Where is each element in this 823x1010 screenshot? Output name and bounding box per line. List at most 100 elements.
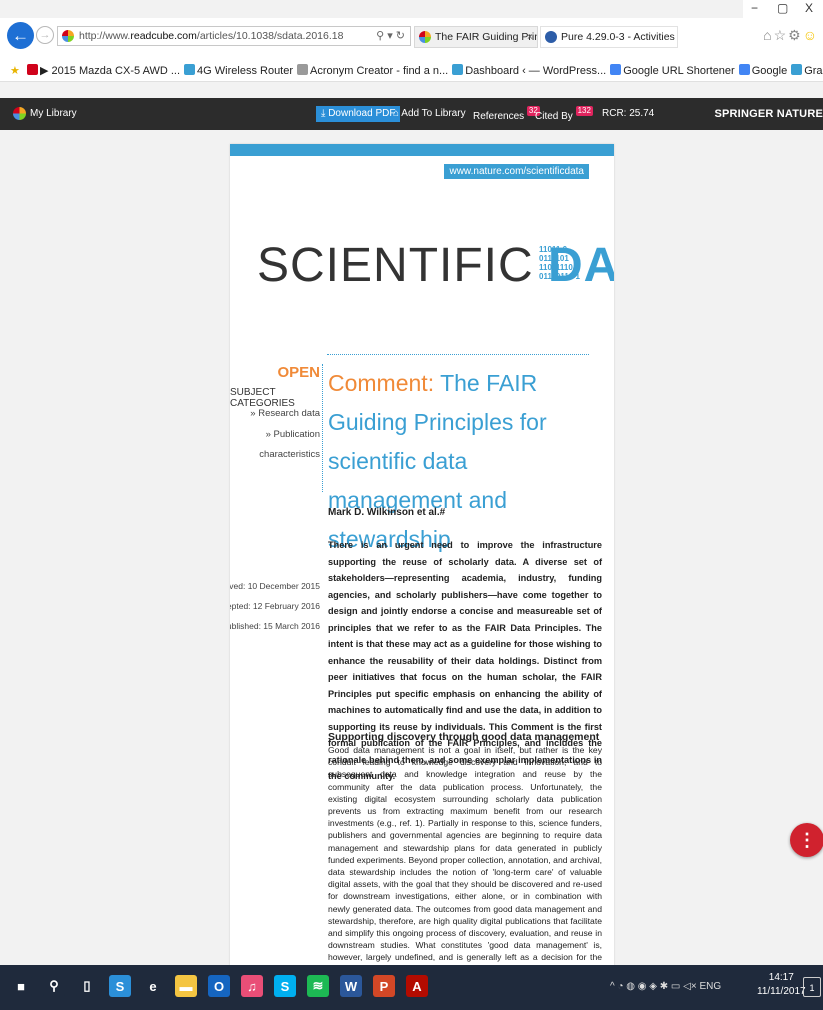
acrobat-icon[interactable]: A — [406, 975, 428, 997]
task-view-icon[interactable]: ▯ — [76, 975, 98, 997]
taskbar-clock[interactable]: 14:17 11/11/2017 — [757, 971, 806, 999]
pure-favicon-icon — [545, 31, 557, 43]
cited-by-button[interactable]: Cited By 132 — [535, 106, 593, 125]
back-button[interactable]: ← — [7, 22, 34, 49]
favorite-link[interactable]: Google URL Shortener — [610, 60, 735, 81]
tab-label: The FAIR Guiding Principles f... — [435, 31, 537, 43]
open-access-label: OPEN — [277, 364, 320, 381]
library-add-icon: ⌂ — [393, 108, 400, 119]
favorite-icon — [610, 64, 622, 75]
close-window-button[interactable]: X — [805, 1, 813, 15]
search-icon[interactable]: ⚲ — [43, 975, 65, 997]
download-pdf-label: Download PDF — [328, 108, 396, 119]
favorite-label: GradingCircle — [804, 65, 823, 77]
my-library-button[interactable]: My Library — [13, 107, 77, 120]
favorite-label: Google — [751, 65, 788, 77]
journal-url-link[interactable]: www.nature.com/scientificdata — [444, 164, 589, 179]
smiley-feedback-icon[interactable]: ☺ — [803, 27, 819, 43]
add-to-library-label: Add To Library — [401, 108, 466, 119]
favorites-star-icon[interactable]: ☆ — [774, 27, 789, 43]
binary-logo-art: 11011 0 0111101 11011110 01110110 1 — [539, 245, 580, 281]
back-arrow-icon: ← — [12, 25, 29, 45]
subject-link-characteristics[interactable]: characteristics — [230, 447, 320, 462]
spotify-icon[interactable]: ≋ — [307, 975, 329, 997]
tab-fair-principles[interactable]: The FAIR Guiding Principles f... × — [414, 26, 538, 48]
pdf-page: www.nature.com/scientificdata SCIENTIFIC… — [230, 144, 614, 1010]
minimize-button[interactable]: − — [751, 1, 758, 15]
section-heading: Supporting discovery through good data m… — [328, 731, 600, 743]
favorite-icon — [791, 64, 803, 75]
forward-arrow-icon: → — [39, 29, 51, 41]
favorite-label: Acronym Creator - find a n... — [310, 65, 449, 77]
favorite-label: 4G Wireless Router — [197, 65, 294, 77]
article-body-text: Good data management is not a goal in it… — [328, 745, 602, 999]
article-authors: Mark D. Wilkinson et al.# — [328, 507, 446, 518]
rcr-metric: RCR: 25.74 — [602, 108, 655, 119]
favorites-add-icon[interactable]: ★ — [10, 60, 20, 81]
tab-close-icon[interactable]: × — [527, 27, 533, 47]
word-icon[interactable]: W — [340, 975, 362, 997]
my-library-label: My Library — [30, 108, 77, 119]
settings-gear-icon[interactable]: ⚙ — [788, 27, 803, 43]
favorite-label: Google URL Shortener — [623, 65, 735, 77]
action-center-button[interactable]: 1 — [803, 977, 821, 997]
edge-icon[interactable]: e — [142, 975, 164, 997]
favorites-bar: ★ ▶ 2015 Mazda CX-5 AWD ... 4G Wireless R… — [0, 60, 823, 82]
favorite-link[interactable]: GradingCircle — [791, 60, 823, 81]
more-options-button[interactable]: ⋮ — [790, 823, 823, 857]
cited-by-label: Cited By — [535, 111, 573, 122]
springer-nature-logo: SPRINGER NATURE — [714, 108, 823, 120]
favorite-link[interactable]: 4G Wireless Router — [184, 60, 294, 81]
url-input[interactable]: http://www.readcube.com/articles/10.1038… — [57, 26, 411, 46]
favorite-link[interactable]: ▶ 2015 Mazda CX-5 AWD ... — [26, 60, 181, 81]
tab-label: Pure 4.29.0-3 - Activities - Edita... — [561, 31, 677, 43]
windows-start-icon[interactable]: ■ — [10, 975, 32, 997]
more-vertical-icon: ⋮ — [798, 829, 816, 850]
site-favicon-icon — [62, 30, 74, 42]
favorite-label: ▶ 2015 Mazda CX-5 AWD ... — [39, 65, 181, 77]
cited-by-count-badge: 132 — [575, 106, 593, 116]
tab-pure-activities[interactable]: Pure 4.29.0-3 - Activities - Edita... — [540, 26, 678, 48]
readcube-logo-icon — [13, 107, 26, 120]
favorite-label: Dashboard ‹ — WordPress... — [465, 65, 607, 77]
forward-button[interactable]: → — [36, 26, 54, 44]
favorite-icon — [738, 64, 750, 75]
favorite-link[interactable]: Google — [738, 60, 788, 81]
powerpoint-icon[interactable]: P — [373, 975, 395, 997]
article-title: Comment: The FAIR Guiding Principles for… — [328, 370, 547, 552]
skype-business-icon[interactable]: S — [109, 975, 131, 997]
window-controls: − ▢ X — [743, 0, 823, 18]
skype-icon[interactable]: S — [274, 975, 296, 997]
favorite-icon — [452, 64, 464, 75]
system-tray[interactable]: ^ ◔ ◍ ◉ ◈ ✱ ▭ ◁× ENG — [610, 981, 721, 992]
received-date: Received: 10 December 2015 — [230, 581, 320, 591]
readcube-favicon-icon — [419, 31, 431, 43]
favorite-link[interactable]: Dashboard ‹ — WordPress... — [452, 60, 607, 81]
clock-time: 14:17 — [768, 972, 794, 983]
published-date: Published: 15 March 2016 — [230, 621, 320, 631]
subject-link-research-data[interactable]: » Research data — [230, 406, 320, 421]
favorite-link[interactable]: Acronym Creator - find a n... — [297, 60, 449, 81]
url-text: http://www.readcube.com/articles/10.1038… — [79, 30, 344, 42]
address-bar-row: ← → http://www.readcube.com/articles/10.… — [0, 18, 823, 60]
favorite-icon — [297, 64, 309, 75]
add-to-library-button[interactable]: ⌂ Add To Library — [393, 106, 466, 122]
page-top-stripe — [230, 144, 614, 156]
home-icon[interactable]: ⌂ — [763, 27, 773, 43]
maximize-button[interactable]: ▢ — [777, 1, 788, 15]
header-divider — [327, 354, 589, 355]
references-button[interactable]: References 32 — [473, 106, 540, 125]
clock-date: 11/11/2017 — [757, 986, 806, 997]
file-explorer-icon[interactable]: ▬ — [175, 975, 197, 997]
windows-taskbar: ^ ◔ ◍ ◉ ◈ ✱ ▭ ◁× ENG 14:17 11/11/2017 1 … — [0, 965, 823, 1010]
favorite-icon — [184, 64, 196, 75]
subject-link-publication[interactable]: » Publication — [230, 427, 320, 442]
outlook-icon[interactable]: O — [208, 975, 230, 997]
download-icon: ⤓ — [321, 108, 326, 119]
search-refresh-icon[interactable]: ⚲ ▾ ↻ — [376, 27, 405, 45]
itunes-icon[interactable]: ♫ — [241, 975, 263, 997]
accepted-date: Accepted: 12 February 2016 — [230, 601, 320, 611]
download-pdf-button[interactable]: ⤓ Download PDF — [316, 106, 401, 122]
browser-toolbar-icons: ⌂☆⚙☺ — [763, 27, 819, 44]
readcube-toolbar: My Library ⤓ Download PDF ⌂ Add To Libra… — [0, 98, 823, 130]
